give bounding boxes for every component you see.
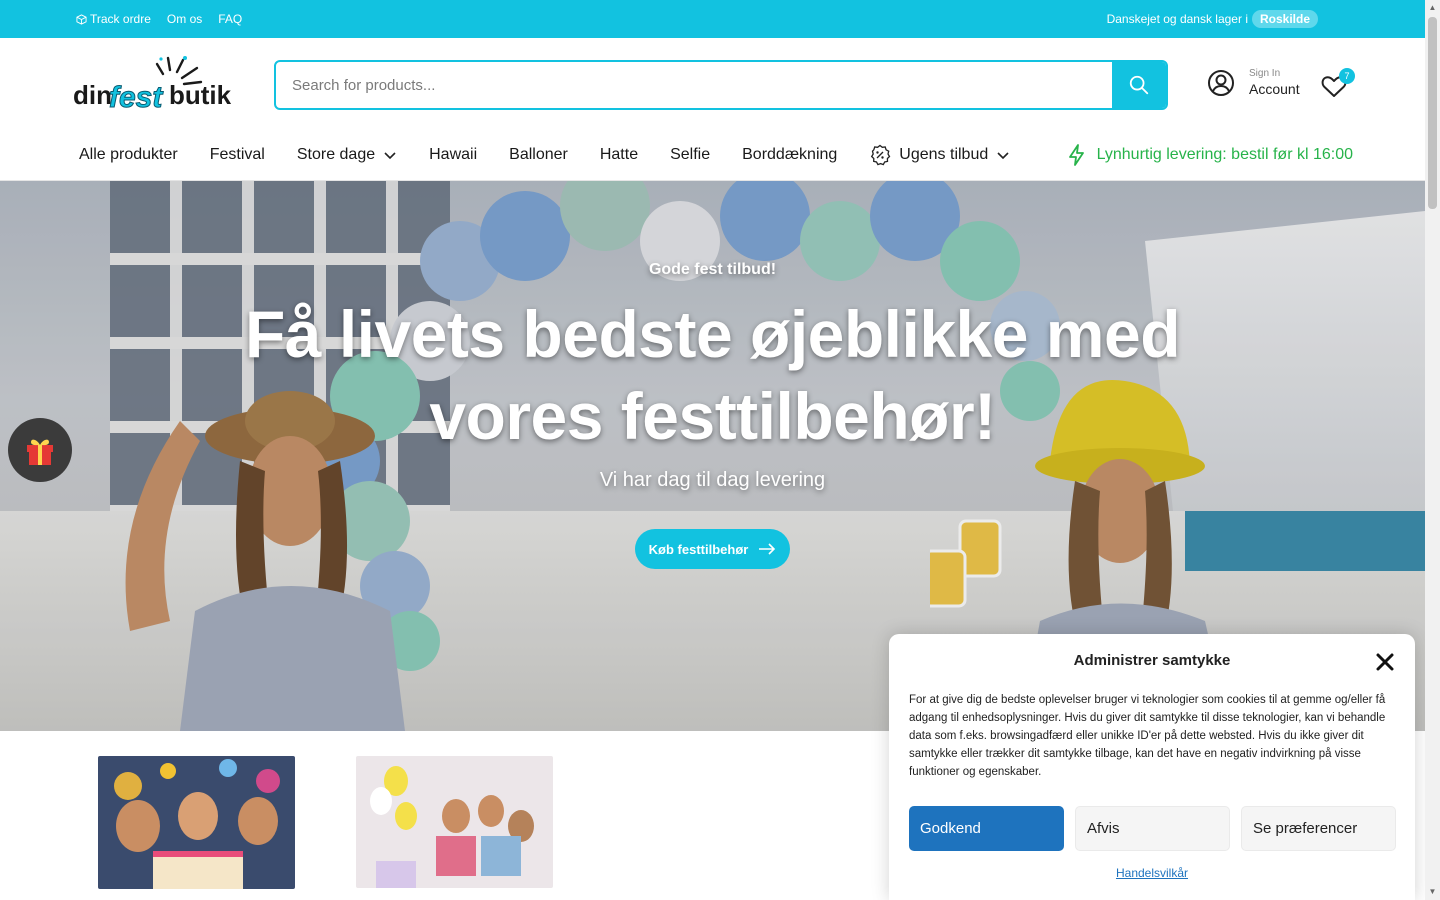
deny-button[interactable]: Afvis bbox=[1075, 806, 1230, 851]
nav-item-label: Alle produkter bbox=[79, 146, 178, 163]
gift-icon[interactable] bbox=[8, 418, 72, 482]
page-scrollbar[interactable]: ▲ ▼ bbox=[1425, 0, 1440, 900]
fast-delivery-notice: Lynhurtig levering: bestil før kl 16:00 bbox=[1067, 130, 1353, 180]
box-icon bbox=[76, 13, 87, 25]
nav-item-festival[interactable]: Festival bbox=[210, 146, 265, 164]
nav-item-label: Borddækning bbox=[742, 146, 838, 163]
scrollbar-thumb[interactable] bbox=[1428, 17, 1437, 209]
nav-item-label: Ugens tilbud bbox=[899, 146, 989, 163]
nav-item-label: Selfie bbox=[670, 146, 711, 163]
scroll-up-arrow-icon[interactable]: ▲ bbox=[1428, 2, 1437, 14]
account-sign-in-label: Sign In bbox=[1249, 68, 1281, 79]
wishlist-count-badge: 7 bbox=[1339, 68, 1355, 84]
preferences-button[interactable]: Se præferencer bbox=[1241, 806, 1396, 851]
discount-badge-icon bbox=[871, 144, 891, 166]
svg-text:butik: butik bbox=[169, 80, 232, 110]
close-icon[interactable] bbox=[1375, 652, 1395, 672]
nav-item-label: Hawaii bbox=[429, 146, 478, 163]
chevron-down-icon bbox=[997, 152, 1009, 160]
search-input[interactable]: Search for products... bbox=[276, 62, 1112, 108]
cookie-consent-dialog: Administrer samtykke For at give dig de … bbox=[889, 634, 1415, 900]
consent-body: For at give dig de bedste oplevelser bru… bbox=[909, 694, 1386, 778]
hero-kicker: Gode fest tilbud! bbox=[648, 261, 777, 278]
lightning-icon bbox=[1068, 144, 1084, 166]
nav-item-alle-produkter[interactable]: Alle produkter bbox=[79, 146, 178, 164]
nav-item-store-dage[interactable]: Store dage bbox=[297, 146, 397, 164]
arrow-right-icon bbox=[759, 543, 776, 555]
hero-title: Få livets bedste øjeblikke med vores fes… bbox=[0, 293, 1425, 457]
svg-text:fest: fest bbox=[109, 81, 164, 114]
search-button[interactable] bbox=[1112, 62, 1166, 108]
nav-item-label: Store dage bbox=[296, 146, 376, 163]
search-bar: Search for products... bbox=[274, 60, 1168, 110]
site-logo[interactable]: din fest butik bbox=[73, 54, 238, 116]
track-order-label: Track ordre bbox=[90, 12, 151, 26]
shop-party-supplies-button[interactable]: Køb festtilbehør bbox=[635, 529, 790, 569]
nav-item-hawaii[interactable]: Hawaii bbox=[429, 146, 477, 164]
account-label: Account bbox=[1249, 81, 1300, 97]
consent-title: Administrer samtykke bbox=[1073, 652, 1231, 669]
accept-button[interactable]: Godkend bbox=[909, 806, 1064, 851]
nav-item-label: Balloner bbox=[509, 146, 568, 163]
user-icon bbox=[1208, 69, 1234, 96]
track-order-link[interactable]: Track ordre bbox=[76, 12, 151, 26]
faq-link[interactable]: FAQ bbox=[218, 12, 242, 26]
main-navigation: Alle produkter Festival Store dage Hawai… bbox=[0, 130, 1425, 181]
account-link[interactable]: Sign In Account bbox=[1207, 68, 1300, 97]
scroll-down-arrow-icon[interactable]: ▼ bbox=[1428, 886, 1437, 898]
category-image-babyshower[interactable] bbox=[356, 756, 553, 888]
nav-item-balloner[interactable]: Balloner bbox=[509, 146, 568, 164]
shop-button-label: Køb festtilbehør bbox=[648, 541, 749, 557]
category-image-party[interactable] bbox=[98, 756, 295, 889]
nav-item-ugens-tilbud[interactable]: Ugens tilbud bbox=[869, 144, 1010, 166]
terms-link[interactable]: Handelsvilkår bbox=[889, 866, 1415, 880]
location-badge: Roskilde bbox=[1251, 10, 1318, 28]
hero-title-line-1: Få livets bedste øjeblikke med bbox=[244, 297, 1181, 371]
nav-item-selfie[interactable]: Selfie bbox=[670, 146, 710, 164]
hero-title-line-2: vores festtilbehør! bbox=[429, 379, 996, 453]
hero-subtitle: Vi har dag til dag levering bbox=[599, 469, 826, 491]
shipping-notice: Danskejet og dansk lager i bbox=[1106, 12, 1248, 26]
about-link[interactable]: Om os bbox=[167, 12, 202, 26]
site-header: din fest butik Search for products... Si… bbox=[0, 38, 1425, 130]
nav-item-hatte[interactable]: Hatte bbox=[600, 146, 638, 164]
svg-text:din: din bbox=[73, 80, 112, 110]
search-icon bbox=[1129, 75, 1149, 95]
fast-delivery-text: Lynhurtig levering: bestil før kl 16:00 bbox=[1096, 146, 1353, 163]
chevron-down-icon bbox=[384, 152, 396, 160]
nav-item-borddaekning[interactable]: Borddækning bbox=[742, 146, 837, 164]
top-bar: Track ordre Om os FAQ Danskejet og dansk… bbox=[0, 0, 1425, 38]
nav-item-label: Festival bbox=[209, 146, 265, 163]
gift-box-icon bbox=[27, 439, 53, 465]
nav-item-label: Hatte bbox=[599, 146, 639, 163]
